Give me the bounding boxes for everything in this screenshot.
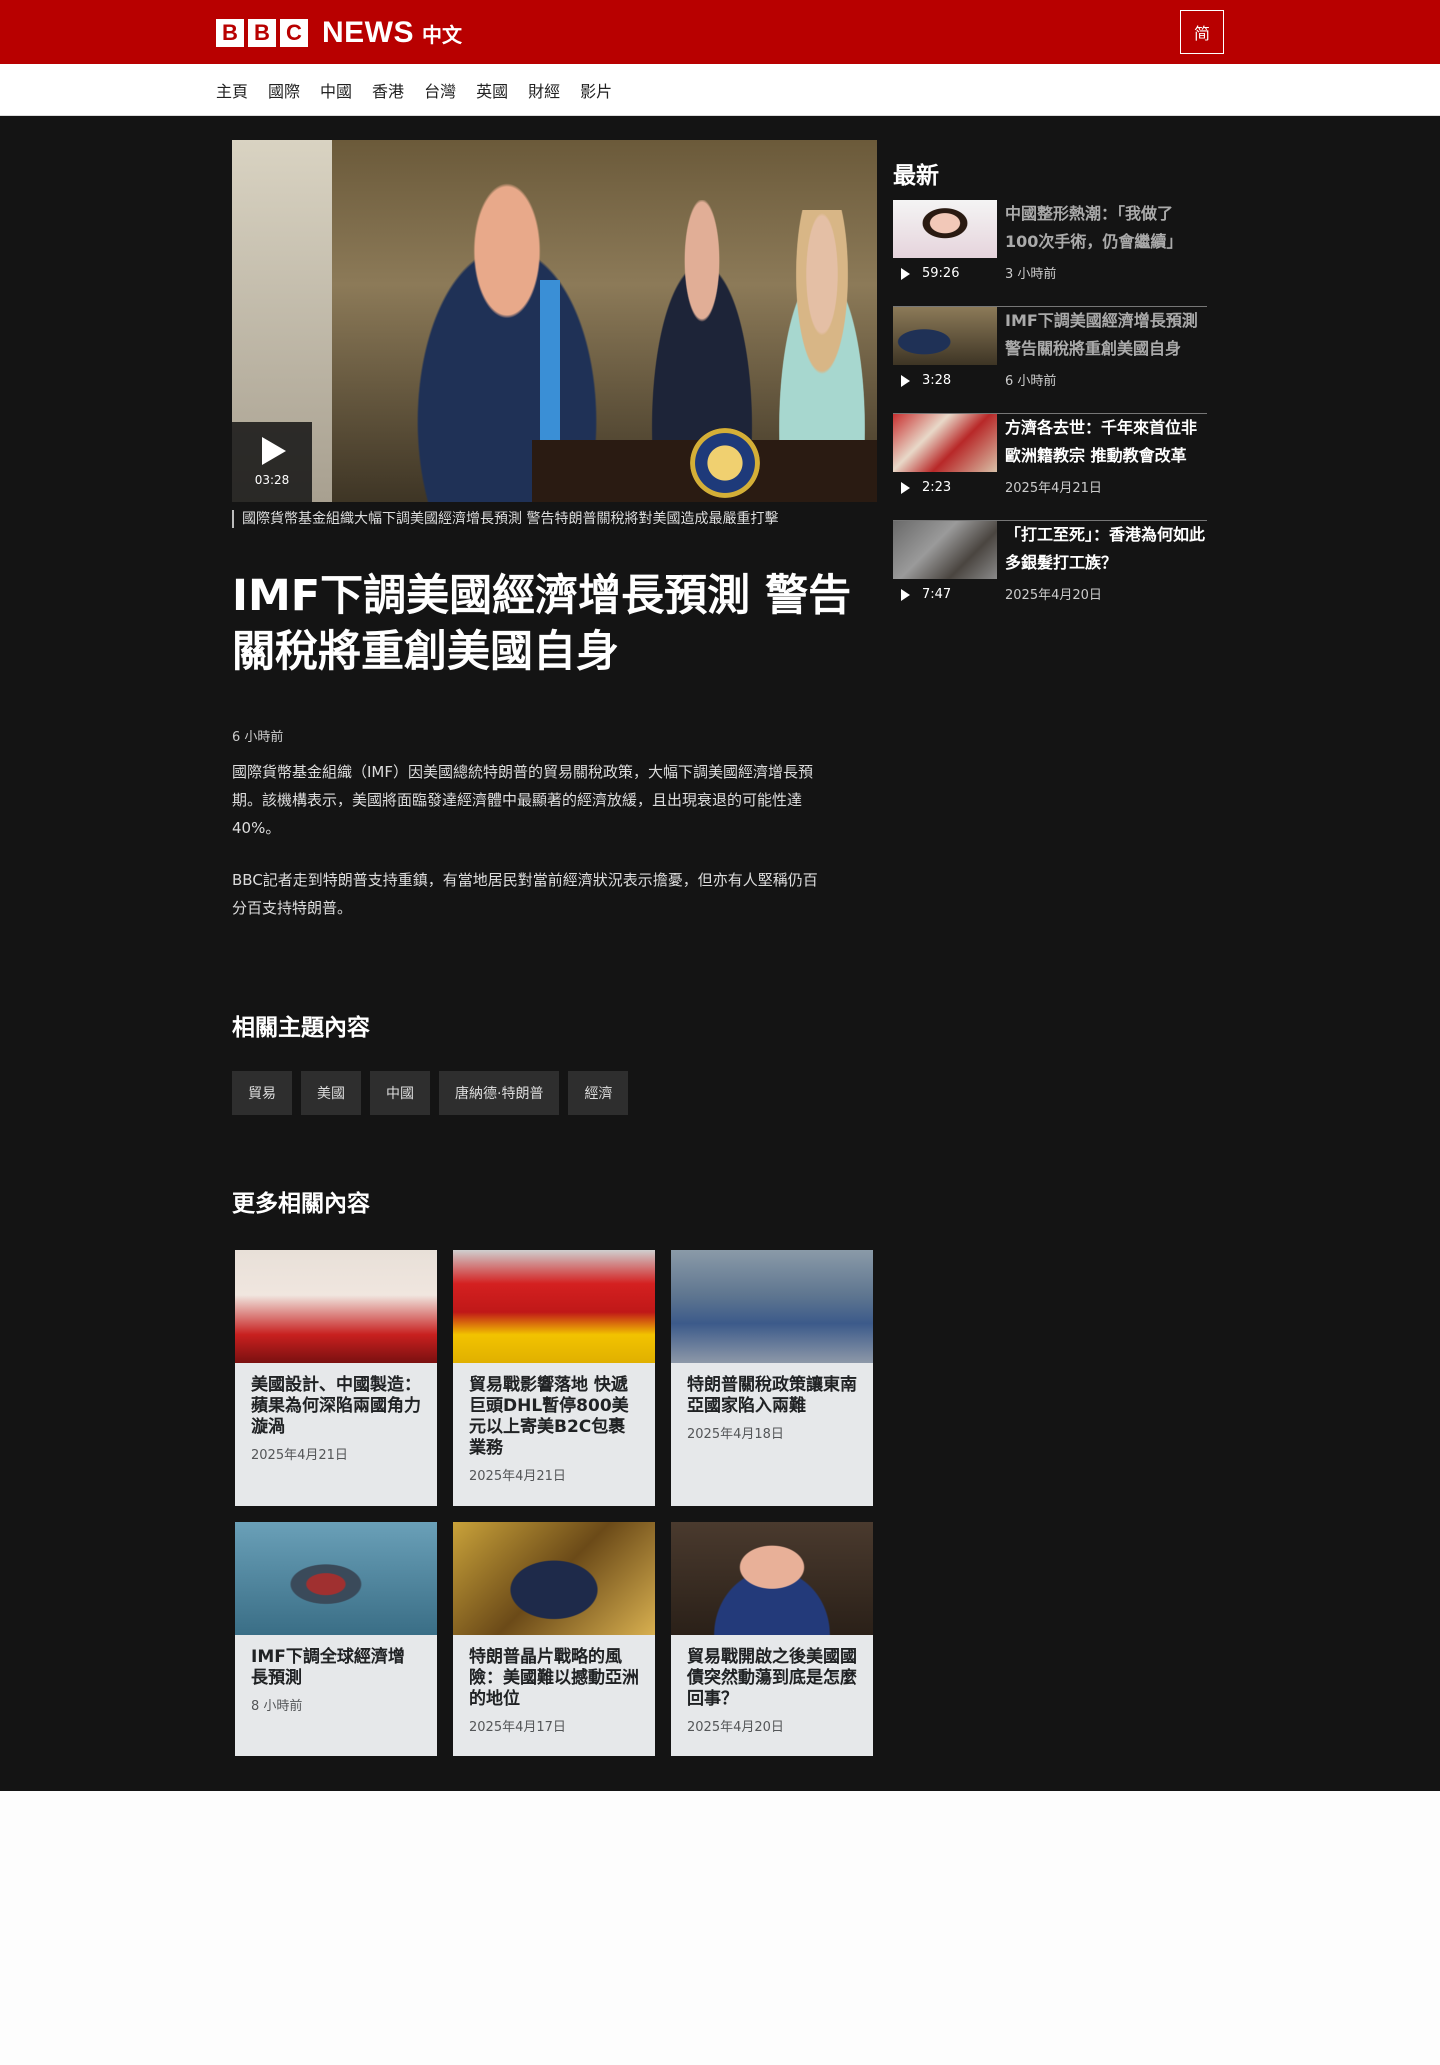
- main-content: 03:28 國際貨幣基金組織大幅下調美國經濟增長預測 警告特朗普關稅將對美國造成…: [0, 116, 1440, 1791]
- play-icon: [901, 481, 910, 494]
- logo-news-text: NEWS: [322, 16, 414, 49]
- article-timestamp: 6 小時前: [232, 730, 284, 745]
- latest-thumbnail: [893, 200, 997, 258]
- topic-tag[interactable]: 美國: [301, 1071, 361, 1115]
- logo-language-text: 中文: [422, 22, 462, 47]
- logo-letter: B: [248, 19, 276, 47]
- hero-video-player[interactable]: 03:28: [232, 140, 877, 502]
- play-icon: [901, 374, 910, 387]
- latest-thumbnail: [893, 307, 997, 365]
- duration-text: 3:28: [922, 373, 952, 388]
- article-headline: IMF下調美國經濟增長預測 警告關稅將重創美國自身: [232, 571, 852, 677]
- topic-tag[interactable]: 經濟: [568, 1071, 629, 1115]
- nav-bar: 主頁 國際 中國 香港 台灣 英國 財經 影片: [0, 64, 1440, 116]
- logo-letter: B: [216, 19, 244, 47]
- nav-menu: 主頁 國際 中國 香港 台灣 英國 財經 影片: [216, 64, 632, 116]
- video-duration: 03:28: [254, 473, 290, 487]
- script-toggle-button[interactable]: 简: [1180, 10, 1224, 54]
- article-paragraph: 國際貨幣基金組織（IMF）因美國總統特朗普的貿易關稅政策，大幅下調美國經濟增長預…: [232, 763, 813, 837]
- latest-item-time: 3 小時前: [1005, 267, 1057, 282]
- story-title: IMF下調全球經濟增長預測: [251, 1647, 405, 1688]
- article-paragraph: BBC記者走到特朗普支持重鎮，有當地居民對當前經濟狀況表示擔憂，但亦有人堅稱仍百…: [232, 871, 818, 917]
- story-card[interactable]: 貿易戰影響落地 快遞巨頭DHL暫停800美元以上寄美B2C包裹業務 2025年4…: [453, 1250, 655, 1506]
- story-date: 2025年4月18日: [687, 1427, 784, 1442]
- nav-item-business[interactable]: 財經: [528, 78, 560, 102]
- nav-item-taiwan[interactable]: 台灣: [424, 78, 456, 102]
- nav-item-uk[interactable]: 英國: [476, 78, 508, 102]
- story-card[interactable]: 貿易戰開啟之後美國國債突然動蕩到底是怎麼回事？ 2025年4月20日: [671, 1522, 873, 1756]
- play-button[interactable]: 03:28: [232, 422, 312, 502]
- latest-item[interactable]: 7:47 「打工至死」：香港為何如此多銀髮打工族？ 2025年4月20日: [893, 521, 1207, 628]
- hero-image-tie: [540, 280, 560, 450]
- latest-duration: 59:26: [901, 266, 959, 281]
- story-card[interactable]: 美國設計、中國製造：蘋果為何深陷兩國角力漩渦 2025年4月21日: [235, 1250, 437, 1506]
- more-content-title: 更多相關內容: [232, 1191, 370, 1217]
- story-title: 特朗普關稅政策讓東南亞國家陷入兩難: [687, 1375, 857, 1416]
- logo-letter: C: [280, 19, 308, 47]
- topic-tag[interactable]: 貿易: [232, 1071, 292, 1115]
- latest-item-title: 中國整形熱潮：「我做了100次手術，仍會繼續」: [1005, 204, 1183, 251]
- play-icon: [901, 588, 910, 601]
- story-image: [671, 1250, 873, 1363]
- latest-item-title: IMF下調美國經濟增長預測 警告關稅將重創美國自身: [1005, 311, 1198, 358]
- latest-duration: 7:47: [901, 587, 951, 602]
- latest-item-time: 2025年4月21日: [1005, 481, 1102, 496]
- nav-item-hongkong[interactable]: 香港: [372, 78, 404, 102]
- latest-item[interactable]: 59:26 中國整形熱潮：「我做了100次手術，仍會繼續」 3 小時前: [893, 200, 1207, 307]
- story-card[interactable]: 特朗普關稅政策讓東南亞國家陷入兩難 2025年4月18日: [671, 1250, 873, 1506]
- bbc-news-logo[interactable]: B B C NEWS 中文: [216, 16, 462, 50]
- story-image: [235, 1522, 437, 1635]
- presidential-seal-icon: [690, 428, 760, 498]
- play-icon: [262, 437, 286, 465]
- story-card[interactable]: 特朗普晶片戰略的風險：美國難以撼動亞洲的地位 2025年4月17日: [453, 1522, 655, 1756]
- latest-item-time: 2025年4月20日: [1005, 588, 1102, 603]
- story-title: 貿易戰影響落地 快遞巨頭DHL暫停800美元以上寄美B2C包裹業務: [469, 1375, 629, 1458]
- related-topics-title: 相關主題內容: [232, 1015, 370, 1041]
- story-title: 美國設計、中國製造：蘋果為何深陷兩國角力漩渦: [251, 1375, 421, 1437]
- story-image: [671, 1522, 873, 1635]
- latest-item[interactable]: 2:23 方濟各去世：千年來首位非歐洲籍教宗 推動教會改革 2025年4月21日: [893, 414, 1207, 521]
- topic-tag[interactable]: 唐納德·特朗普: [439, 1071, 560, 1115]
- story-title: 貿易戰開啟之後美國國債突然動蕩到底是怎麼回事？: [687, 1647, 857, 1709]
- nav-item-video[interactable]: 影片: [580, 78, 612, 102]
- story-image: [235, 1250, 437, 1363]
- duration-text: 7:47: [922, 587, 952, 602]
- nav-item-international[interactable]: 國際: [268, 78, 300, 102]
- story-date: 2025年4月17日: [469, 1720, 566, 1735]
- play-icon: [901, 267, 910, 280]
- duration-text: 2:23: [922, 480, 952, 495]
- story-date: 2025年4月21日: [251, 1448, 348, 1463]
- latest-duration: 3:28: [901, 373, 951, 388]
- topic-tag[interactable]: 中國: [370, 1071, 430, 1115]
- story-date: 2025年4月20日: [687, 1720, 784, 1735]
- duration-text: 59:26: [922, 266, 960, 281]
- story-card[interactable]: IMF下調全球經濟增長預測 8 小時前: [235, 1522, 437, 1756]
- latest-item[interactable]: 3:28 IMF下調美國經濟增長預測 警告關稅將重創美國自身 6 小時前: [893, 307, 1207, 414]
- story-date: 2025年4月21日: [469, 1469, 566, 1484]
- latest-item-time: 6 小時前: [1005, 374, 1057, 389]
- site-header: B B C NEWS 中文 简: [0, 0, 1440, 64]
- latest-item-title: 「打工至死」：香港為何如此多銀髮打工族？: [1005, 525, 1206, 572]
- nav-item-china[interactable]: 中國: [320, 78, 352, 102]
- latest-duration: 2:23: [901, 480, 951, 495]
- story-date: 8 小時前: [251, 1699, 303, 1714]
- story-image: [453, 1250, 655, 1363]
- story-title: 特朗普晶片戰略的風險：美國難以撼動亞洲的地位: [469, 1647, 639, 1709]
- latest-thumbnail: [893, 521, 997, 579]
- story-image: [453, 1522, 655, 1635]
- latest-title: 最新: [893, 163, 939, 189]
- latest-item-title: 方濟各去世：千年來首位非歐洲籍教宗 推動教會改革: [1005, 418, 1198, 465]
- latest-thumbnail: [893, 414, 997, 472]
- topic-tags: 貿易 美國 中國 唐納德·特朗普 經濟: [232, 1071, 637, 1115]
- video-caption: 國際貨幣基金組織大幅下調美國經濟增長預測 警告特朗普關稅將對美國造成最嚴重打擊: [232, 510, 778, 528]
- nav-item-home[interactable]: 主頁: [216, 78, 248, 102]
